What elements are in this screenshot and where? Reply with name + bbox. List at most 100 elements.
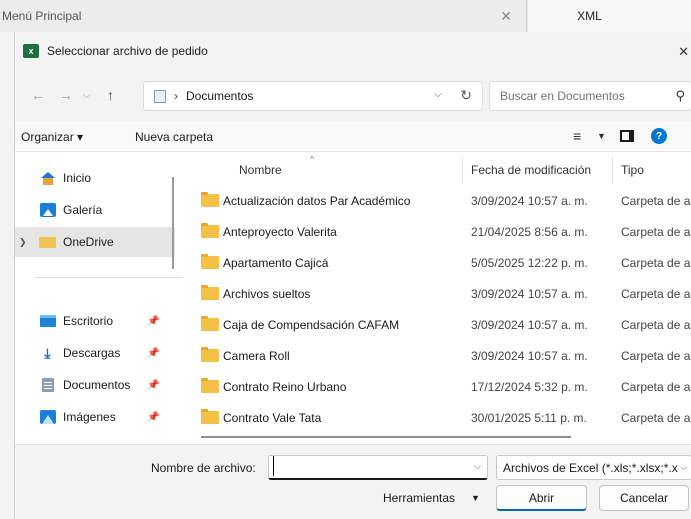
preview-pane-icon[interactable] <box>620 130 634 142</box>
file-type: Carpeta de archivos <box>621 225 691 239</box>
search-icon[interactable]: ⚲ <box>675 88 685 104</box>
file-name: Caja de Compendsación CAFAM <box>223 318 400 332</box>
folder-icon <box>201 223 219 238</box>
back-arrow-icon[interactable]: ← <box>31 87 45 103</box>
column-header-type[interactable]: Tipo <box>621 163 644 177</box>
file-row[interactable]: Apartamento Cajicá 5/05/2025 12:22 p. m. C… <box>185 249 691 277</box>
chevron-down-icon[interactable]: ⌵ <box>678 462 687 473</box>
file-row[interactable]: Anteproyecto Valerita 21/04/2025 8:56 a. … <box>185 218 691 246</box>
filename-label: Nombre de archivo: <box>151 461 256 475</box>
pin-icon[interactable]: 📌 <box>147 348 159 359</box>
file-row[interactable]: Archivos sueltos 3/09/2024 10:57 a. m. Car… <box>185 280 691 308</box>
filename-combobox[interactable]: ⌵ <box>268 455 488 480</box>
pin-icon[interactable]: 📌 <box>147 412 159 423</box>
main-area: Inicio Galería ❯ OneDrive Escritorio 📌 ⤓… <box>15 154 691 444</box>
chevron-down-icon[interactable]: ⌵ <box>434 89 442 100</box>
onedrive-folder-icon <box>39 235 56 249</box>
file-name: Contrato Reino Urbano <box>223 380 347 394</box>
chevron-right-icon[interactable]: ❯ <box>19 237 27 248</box>
command-toolbar: Organizar ▾ Nueva carpeta ≡ ▼ ? <box>15 122 691 152</box>
filetype-select[interactable]: Archivos de Excel (*.xls;*.xlsx;*.x ⌵ <box>496 455 691 480</box>
breadcrumb-documents[interactable]: Documentos <box>186 89 253 103</box>
organize-button[interactable]: Organizar ▾ <box>21 130 83 144</box>
refresh-icon[interactable]: ↻ <box>460 87 472 104</box>
horizontal-scrollbar[interactable] <box>201 436 571 438</box>
sidebar-item-descargas[interactable]: ⤓ Descargas 📌 <box>15 338 175 368</box>
pin-icon[interactable]: 📌 <box>147 316 159 327</box>
sort-ascending-icon: ^ <box>310 154 315 164</box>
excel-icon: x <box>23 44 39 58</box>
images-icon <box>39 410 56 424</box>
sidebar-divider <box>35 277 183 278</box>
column-header-name[interactable]: Nombre <box>239 163 282 177</box>
file-row[interactable]: Contrato Reino Urbano 17/12/2024 5:32 p. … <box>185 373 691 401</box>
sidebar-item-escritorio[interactable]: Escritorio 📌 <box>15 306 175 336</box>
folder-icon <box>201 254 219 269</box>
sidebar-item-onedrive[interactable]: ❯ OneDrive <box>15 227 175 257</box>
close-icon[interactable]: ✕ <box>678 44 689 60</box>
background-tab-menu-principal[interactable]: Menú Principal ✕ <box>0 0 527 32</box>
file-row[interactable]: Caja de Compendsación CAFAM 3/09/2024 10:… <box>185 311 691 339</box>
sidebar-item-documentos[interactable]: Documentos 📌 <box>15 370 175 400</box>
view-options-icon[interactable]: ≡ <box>573 128 581 144</box>
file-date: 5/05/2025 12:22 p. m. <box>471 256 588 270</box>
file-row[interactable]: Actualización datos Par Académico 3/09/20… <box>185 187 691 215</box>
forward-arrow-icon[interactable]: → <box>59 87 73 103</box>
file-type: Carpeta de archivos <box>621 287 691 301</box>
background-tab-xml[interactable]: XML <box>528 0 691 32</box>
file-type: Carpeta de archivos <box>621 318 691 332</box>
path-breadcrumb[interactable]: › Documentos ⌵ ↻ <box>143 81 483 111</box>
close-icon[interactable]: ✕ <box>500 8 512 25</box>
file-date: 17/12/2024 5:32 p. m. <box>471 380 588 394</box>
chevron-down-icon[interactable]: ▼ <box>597 131 606 141</box>
filetype-value: Archivos de Excel (*.xls;*.xlsx;*.x <box>503 461 678 475</box>
sidebar-item-inicio[interactable]: Inicio <box>15 163 175 193</box>
sidebar-scrollbar[interactable] <box>172 177 174 269</box>
file-type: Carpeta de archivos <box>621 411 691 425</box>
folder-icon <box>201 409 219 424</box>
sidebar-item-label: Escritorio <box>63 314 114 328</box>
pin-icon[interactable]: 📌 <box>147 380 159 391</box>
file-row[interactable]: Camera Roll 3/09/2024 10:57 a. m. Carpeta … <box>185 342 691 370</box>
file-name: Contrato Vale Tata <box>223 411 322 425</box>
file-name: Archivos sueltos <box>223 287 311 301</box>
up-arrow-icon[interactable]: ↑ <box>107 87 114 103</box>
column-divider[interactable] <box>612 157 613 184</box>
filename-input[interactable] <box>273 456 463 476</box>
new-folder-button[interactable]: Nueva carpeta <box>135 130 213 144</box>
file-list: Nombre ^ Fecha de modificación Tipo Actu… <box>185 154 691 444</box>
chevron-down-icon[interactable]: ⌵ <box>474 461 481 472</box>
sidebar-item-label: Galería <box>63 203 103 217</box>
column-header-date[interactable]: Fecha de modificación <box>471 163 591 177</box>
breadcrumb-separator: › <box>174 89 178 103</box>
background-tab-label: XML <box>577 9 602 23</box>
file-type: Carpeta de archivos <box>621 349 691 363</box>
file-date: 30/01/2025 5:11 p. m. <box>471 411 587 425</box>
search-input[interactable] <box>500 89 650 103</box>
chevron-down-icon[interactable]: ▼ <box>471 493 480 503</box>
file-name: Actualización datos Par Académico <box>223 194 411 208</box>
chevron-down-icon[interactable]: ⌵ <box>83 90 91 101</box>
sidebar-item-label: Imágenes <box>63 410 116 424</box>
file-name: Camera Roll <box>223 349 290 363</box>
tools-button[interactable]: Herramientas <box>383 491 455 505</box>
sidebar-item-galeria[interactable]: Galería <box>15 195 175 225</box>
cancel-button[interactable]: Cancelar <box>599 485 689 511</box>
dialog-footer: Nombre de archivo: ⌵ Archivos de Excel (… <box>15 444 691 519</box>
search-box[interactable]: ⚲ <box>489 81 691 111</box>
open-button[interactable]: Abrir <box>496 485 587 511</box>
folder-icon <box>201 378 219 393</box>
sidebar-item-imagenes[interactable]: Imágenes 📌 <box>15 402 175 432</box>
file-name: Anteproyecto Valerita <box>223 225 337 239</box>
folder-icon <box>201 316 219 331</box>
sidebar-item-label: Descargas <box>63 346 121 360</box>
file-date: 21/04/2025 8:56 a. m. <box>471 225 588 239</box>
file-row[interactable]: Contrato Vale Tata 30/01/2025 5:11 p. m. C… <box>185 404 691 432</box>
background-tab-bar: Menú Principal ✕ XML <box>0 0 691 32</box>
navigation-pane: Inicio Galería ❯ OneDrive Escritorio 📌 ⤓… <box>15 157 183 444</box>
column-divider[interactable] <box>462 157 463 184</box>
address-bar: ← → ⌵ ↑ › Documentos ⌵ ↻ ⚲ <box>15 70 691 122</box>
help-icon[interactable]: ? <box>651 128 667 144</box>
background-tab-label: Menú Principal <box>2 9 82 23</box>
folder-icon <box>201 347 219 362</box>
